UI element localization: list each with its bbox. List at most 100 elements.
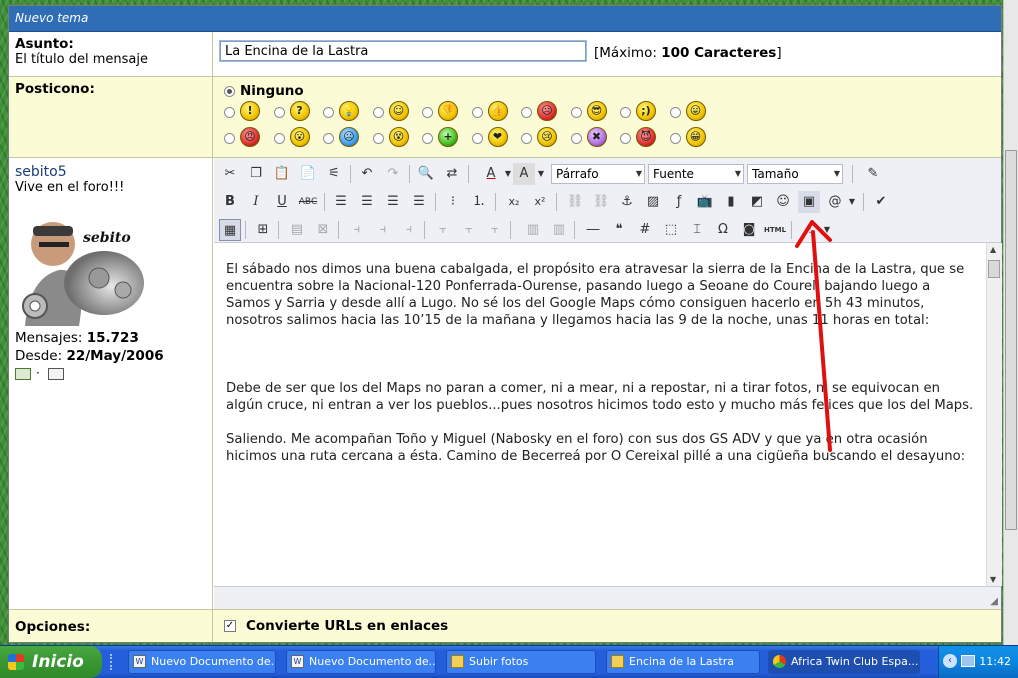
taskbar-item-subir-fotos[interactable]: Subir fotos <box>446 650 596 674</box>
bullet-list-icon[interactable]: ⁝ <box>442 191 464 213</box>
size-select[interactable]: Tamaño ▼ <box>747 164 843 184</box>
posticon-radio[interactable] <box>224 107 235 118</box>
spellcheck-icon[interactable]: ✔ <box>870 191 892 213</box>
table-delete-icon[interactable]: ⊠ <box>312 219 334 241</box>
numbered-list-icon[interactable]: ⒈ <box>468 191 490 213</box>
posticon-radio[interactable] <box>273 107 285 118</box>
media-icon[interactable]: 📺 <box>694 191 716 213</box>
paste-icon[interactable]: 📋 <box>271 163 293 185</box>
posticon-none-radio[interactable] <box>224 86 235 97</box>
paste-text-icon[interactable]: 📄 <box>297 163 319 185</box>
posticon-radio[interactable] <box>372 107 384 118</box>
cell-merge-icon[interactable]: ⫞ <box>398 219 420 241</box>
copy-icon[interactable]: ❐ <box>245 163 267 185</box>
layer-icon[interactable]: ⬚ <box>660 219 682 241</box>
taskbar-item-chrome[interactable]: Africa Twin Club Espa... <box>768 650 920 674</box>
subscript-icon[interactable]: x₂ <box>503 191 525 213</box>
audio-icon[interactable]: ▮ <box>720 191 742 213</box>
more-tools-dropdown-icon[interactable]: ▼ <box>816 219 838 241</box>
strikethrough-button[interactable]: ABC <box>297 191 319 213</box>
italic-button[interactable]: I <box>245 191 267 213</box>
underline-button[interactable]: U <box>271 191 293 213</box>
posticon-radio[interactable] <box>620 133 631 144</box>
unlink-icon[interactable]: ⛓ <box>590 191 612 213</box>
special-char-icon[interactable]: Ω <box>712 219 734 241</box>
posticon-radio[interactable] <box>669 107 681 118</box>
user-name[interactable]: sebito5 <box>15 164 206 180</box>
link-icon[interactable]: ⛓ <box>564 191 586 213</box>
quote-icon[interactable]: ❝ <box>608 219 630 241</box>
anchor-icon[interactable]: ⚓ <box>616 191 638 213</box>
font-select[interactable]: Fuente ▼ <box>648 164 744 184</box>
insert-table-icon[interactable]: ⊞ <box>252 219 274 241</box>
posticon-radio[interactable] <box>471 133 483 144</box>
align-center-icon[interactable]: ☰ <box>356 191 378 213</box>
paste-word-icon[interactable]: ⚟ <box>323 163 345 185</box>
bold-button[interactable]: B <box>219 191 241 213</box>
align-right-icon[interactable]: ☰ <box>382 191 404 213</box>
align-left-icon[interactable]: ☰ <box>330 191 352 213</box>
horizontal-rule-icon[interactable]: ― <box>582 219 604 241</box>
scroll-up-icon[interactable]: ▲ <box>990 245 996 254</box>
smiley-icon[interactable]: ☺ <box>772 191 794 213</box>
resize-handle-icon[interactable]: ◢ <box>990 596 998 607</box>
tray-expand-icon[interactable]: ‹ <box>943 654 957 668</box>
profile-icon[interactable] <box>15 368 31 380</box>
posticon-radio[interactable] <box>323 107 334 118</box>
undo-icon[interactable]: ↶ <box>356 163 378 185</box>
cell-insert-icon[interactable]: ⫞ <box>346 219 368 241</box>
posticon-radio[interactable] <box>521 107 532 118</box>
attach-icon[interactable]: ◙ <box>738 219 760 241</box>
posticon-radio[interactable] <box>669 133 681 144</box>
flash-icon[interactable]: ƒ <box>668 191 690 213</box>
browser-scrollbar[interactable] <box>1003 0 1018 645</box>
start-button[interactable]: Inicio <box>0 646 102 678</box>
table-props-icon[interactable]: ▥ <box>522 219 544 241</box>
email-dropdown-icon[interactable]: ▼ <box>841 191 863 213</box>
posticon-radio[interactable] <box>372 133 384 144</box>
column-delete-icon[interactable]: ⫟ <box>458 219 480 241</box>
page-break-icon[interactable]: ⌶ <box>686 219 708 241</box>
column-insert-icon[interactable]: ⫟ <box>432 219 454 241</box>
browser-scroll-thumb[interactable] <box>1005 150 1017 530</box>
superscript-icon[interactable]: x² <box>529 191 551 213</box>
network-icon[interactable] <box>961 655 975 667</box>
private-message-icon[interactable] <box>48 368 64 380</box>
html-source-button[interactable]: HTML <box>764 219 786 241</box>
posticon-radio[interactable] <box>570 107 582 118</box>
posticon-radio[interactable] <box>422 107 433 118</box>
table-row-icon[interactable]: ▤ <box>286 219 308 241</box>
posticon-radio[interactable] <box>323 133 334 144</box>
find-icon[interactable]: 🔍 <box>415 163 437 185</box>
posticon-radio[interactable] <box>273 133 285 144</box>
taskbar-item-encina[interactable]: Encina de la Lastra <box>606 650 760 674</box>
show-blocks-icon[interactable]: ▦ <box>219 219 241 241</box>
image-map-icon[interactable]: ◩ <box>746 191 768 213</box>
posticon-radio[interactable] <box>570 133 582 144</box>
cell-delete-icon[interactable]: ⫞ <box>372 219 394 241</box>
posticon-radio[interactable] <box>471 107 483 118</box>
upload-photo-icon[interactable]: ▣ <box>798 191 820 213</box>
replace-icon[interactable]: ⇄ <box>441 163 463 185</box>
hash-icon[interactable]: # <box>634 219 656 241</box>
cut-icon[interactable]: ✂ <box>219 163 241 185</box>
align-justify-icon[interactable]: ☰ <box>408 191 430 213</box>
subject-input[interactable] <box>220 41 586 61</box>
posticon-radio[interactable] <box>422 133 433 144</box>
editor-scrollbar[interactable]: ▲ ▼ <box>986 243 1002 586</box>
background-color-dropdown-icon[interactable]: ▼ <box>530 163 552 185</box>
image-icon[interactable]: ▨ <box>642 191 664 213</box>
taskbar-item-word-2[interactable]: W Nuevo Documento de... <box>286 650 436 674</box>
redo-icon[interactable]: ↷ <box>382 163 404 185</box>
column-split-icon[interactable]: ⫟ <box>484 219 506 241</box>
posticon-radio[interactable] <box>521 133 532 144</box>
scroll-down-icon[interactable]: ▼ <box>990 575 996 584</box>
convert-urls-checkbox[interactable]: ✓ <box>224 620 236 632</box>
remove-format-icon[interactable]: ✎ <box>862 163 884 185</box>
cell-props-icon[interactable]: ▥ <box>548 219 570 241</box>
posticon-radio[interactable] <box>224 133 235 144</box>
taskbar-item-word-1[interactable]: W Nuevo Documento de... <box>128 650 276 674</box>
format-select[interactable]: Párrafo ▼ <box>551 164 645 184</box>
posticon-radio[interactable] <box>620 107 631 118</box>
editor-scroll-thumb[interactable] <box>988 260 1000 278</box>
